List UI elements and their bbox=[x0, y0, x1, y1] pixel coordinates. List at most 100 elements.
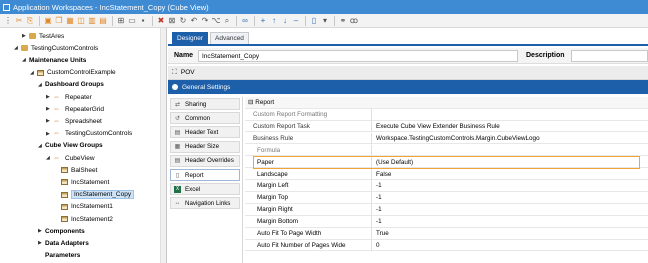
name-input[interactable]: IncStatement_Copy bbox=[198, 50, 518, 62]
tree-item[interactable]: IncStatement1 bbox=[54, 201, 113, 213]
binoculars-icon[interactable]: ∞ bbox=[240, 16, 250, 26]
tree-item[interactable]: Parameters bbox=[38, 250, 80, 262]
dashboard-icon[interactable]: ▤ bbox=[98, 16, 108, 26]
category-header-text[interactable]: ▤ Header Text bbox=[170, 126, 240, 139]
search-icon[interactable]: ⌕ bbox=[222, 16, 232, 26]
down-icon[interactable]: ↓ bbox=[280, 16, 290, 26]
tree-item[interactable]: ▶ ⇔ Repeater bbox=[46, 91, 92, 103]
tree-item[interactable]: ◢ Dashboard Groups bbox=[38, 79, 104, 91]
expanded-arrow-icon[interactable]: ◢ bbox=[46, 155, 53, 161]
view-icon[interactable]: ⊞ bbox=[116, 16, 126, 26]
collapsed-arrow-icon[interactable]: ▶ bbox=[46, 106, 53, 112]
tree-item[interactable]: IncStatement2 bbox=[54, 213, 113, 225]
tree-item[interactable]: BalSheet bbox=[54, 164, 97, 176]
collapsed-arrow-icon[interactable]: ▶ bbox=[38, 240, 45, 246]
tree-scrollbar[interactable] bbox=[160, 28, 166, 263]
property-section-report[interactable]: ⊟ Report bbox=[245, 97, 648, 109]
tree-item[interactable]: IncStatement bbox=[54, 176, 109, 188]
category-report[interactable]: ▯ Report bbox=[170, 169, 240, 181]
tree-item[interactable]: ◢ CustomControlExample bbox=[30, 67, 116, 79]
tree-item[interactable]: IncStatement_Copy bbox=[54, 189, 135, 201]
property-row-custom-report-formatting[interactable]: Custom Report Formatting bbox=[245, 109, 648, 121]
category-sharing[interactable]: ⇄ Sharing bbox=[170, 98, 240, 110]
property-row-custom-report-task[interactable]: Custom Report Task Execute Cube View Exte… bbox=[245, 120, 648, 133]
property-row-margin-right[interactable]: Margin Right -1 bbox=[245, 204, 648, 216]
link-icon[interactable]: ⚭ bbox=[338, 16, 348, 26]
chart-icon[interactable]: ▥ bbox=[87, 16, 97, 26]
tree-item[interactable]: ▶ ⇔ RepeaterGrid bbox=[46, 103, 104, 115]
paste-icon[interactable]: ⎘ bbox=[25, 16, 35, 26]
property-row-business-rule[interactable]: Business Rule Workspace.TestingCustomCont… bbox=[245, 132, 648, 145]
add-icon[interactable]: + bbox=[258, 16, 268, 26]
grid-icon[interactable]: ▦ bbox=[65, 16, 75, 26]
property-value[interactable]: 0 bbox=[374, 240, 380, 251]
tree-item[interactable]: ▶ ⇔ TestingCustomControls bbox=[46, 128, 132, 140]
tab-advanced[interactable]: Advanced bbox=[210, 32, 249, 44]
minus-icon[interactable]: – bbox=[291, 16, 301, 26]
glasses-icon[interactable]: ꝏ bbox=[349, 16, 359, 26]
cube-icon[interactable]: ◫ bbox=[76, 16, 86, 26]
tree-item[interactable]: ◢ TestingCustomControls bbox=[14, 42, 98, 54]
pov-section-header[interactable]: ⛶ POV bbox=[168, 66, 648, 80]
collapse-icon[interactable]: ⊟ bbox=[248, 99, 253, 106]
collapsed-arrow-icon[interactable]: ▶ bbox=[22, 33, 29, 39]
page-icon[interactable]: ▯ bbox=[309, 16, 319, 26]
tree-item[interactable]: ▶ ⇔ Spreadsheet bbox=[46, 115, 102, 127]
copy-icon[interactable]: ❐ bbox=[54, 16, 64, 26]
property-value[interactable]: True bbox=[374, 228, 389, 239]
up-icon[interactable]: ↑ bbox=[269, 16, 279, 26]
category-excel[interactable]: X Excel bbox=[170, 183, 240, 196]
property-value[interactable]: -1 bbox=[374, 180, 382, 191]
category-header-size[interactable]: ▦ Header Size bbox=[170, 140, 240, 153]
property-value[interactable]: -1 bbox=[374, 204, 382, 215]
property-value[interactable] bbox=[374, 109, 376, 120]
collapsed-arrow-icon[interactable]: ▶ bbox=[46, 94, 53, 100]
property-value[interactable]: -1 bbox=[374, 216, 382, 227]
expanded-arrow-icon[interactable]: ◢ bbox=[30, 70, 37, 76]
delete-icon[interactable]: ✖ bbox=[156, 16, 166, 26]
collapsed-arrow-icon[interactable]: ▶ bbox=[38, 228, 45, 234]
description-input[interactable] bbox=[571, 50, 648, 62]
cut-icon[interactable]: ✂ bbox=[14, 16, 24, 26]
property-value[interactable]: False bbox=[374, 169, 391, 180]
save-icon[interactable]: ▪ bbox=[138, 16, 148, 26]
tree-item-label: CubeView bbox=[65, 154, 95, 162]
tab-designer[interactable]: Designer bbox=[172, 32, 209, 44]
tree-item[interactable]: ◢ Cube View Groups bbox=[38, 140, 103, 152]
tree-item[interactable]: ◢ Maintenance Units bbox=[22, 54, 86, 66]
property-row-landscape[interactable]: Landscape False bbox=[245, 168, 648, 180]
category-navigation-links[interactable]: ↔ Navigation Links bbox=[170, 197, 240, 210]
expanded-arrow-icon[interactable]: ◢ bbox=[14, 45, 21, 51]
tree-item[interactable]: ▶ Components bbox=[38, 225, 85, 237]
redo-icon[interactable]: ↷ bbox=[200, 16, 210, 26]
grip-icon[interactable]: ⋮ bbox=[3, 16, 13, 26]
close-icon[interactable]: ⊠ bbox=[167, 16, 177, 26]
undo-icon[interactable]: ↶ bbox=[189, 16, 199, 26]
property-value[interactable]: Execute Cube View Extender Business Rule bbox=[374, 121, 500, 132]
property-row-margin-top[interactable]: Margin Top -1 bbox=[245, 192, 648, 204]
expanded-arrow-icon[interactable]: ◢ bbox=[38, 82, 45, 88]
category-common[interactable]: ↺ Common bbox=[170, 112, 240, 125]
general-settings-header[interactable]: General Settings bbox=[168, 80, 648, 94]
tree-item[interactable]: ▶ Data Adapters bbox=[38, 237, 89, 249]
property-value[interactable]: -1 bbox=[374, 192, 382, 203]
expanded-arrow-icon[interactable]: ◢ bbox=[38, 143, 45, 149]
collapsed-arrow-icon[interactable]: ▶ bbox=[46, 131, 53, 137]
folder-icon[interactable]: ▭ bbox=[127, 16, 137, 26]
property-row-auto-fit-number-of-pages-wide[interactable]: Auto Fit Number of Pages Wide 0 bbox=[245, 239, 648, 252]
tree-item[interactable]: ▶ TestAres bbox=[22, 30, 64, 42]
property-row-margin-left[interactable]: Margin Left -1 bbox=[245, 180, 648, 192]
branch-icon[interactable]: ⌥ bbox=[211, 16, 221, 26]
collapsed-arrow-icon[interactable]: ▶ bbox=[46, 118, 53, 124]
new-icon[interactable]: ▣ bbox=[43, 16, 53, 26]
tree-item[interactable]: ◢ ⇔ CubeView bbox=[46, 152, 95, 164]
expanded-arrow-icon[interactable]: ◢ bbox=[22, 57, 29, 63]
property-value[interactable]: Workspace.TestingCustomControls.Margin.C… bbox=[374, 133, 540, 144]
dropdown-icon[interactable]: ▾ bbox=[320, 16, 330, 26]
category-header-overrides[interactable]: ▤ Header Overrides bbox=[170, 154, 240, 167]
property-row-auto-fit-to-page-width[interactable]: Auto Fit To Page Width True bbox=[245, 228, 648, 240]
property-row-formula[interactable]: Formula bbox=[245, 144, 648, 157]
property-value[interactable] bbox=[374, 145, 376, 156]
property-row-margin-bottom[interactable]: Margin Bottom -1 bbox=[245, 216, 648, 228]
refresh-icon[interactable]: ↻ bbox=[178, 16, 188, 26]
